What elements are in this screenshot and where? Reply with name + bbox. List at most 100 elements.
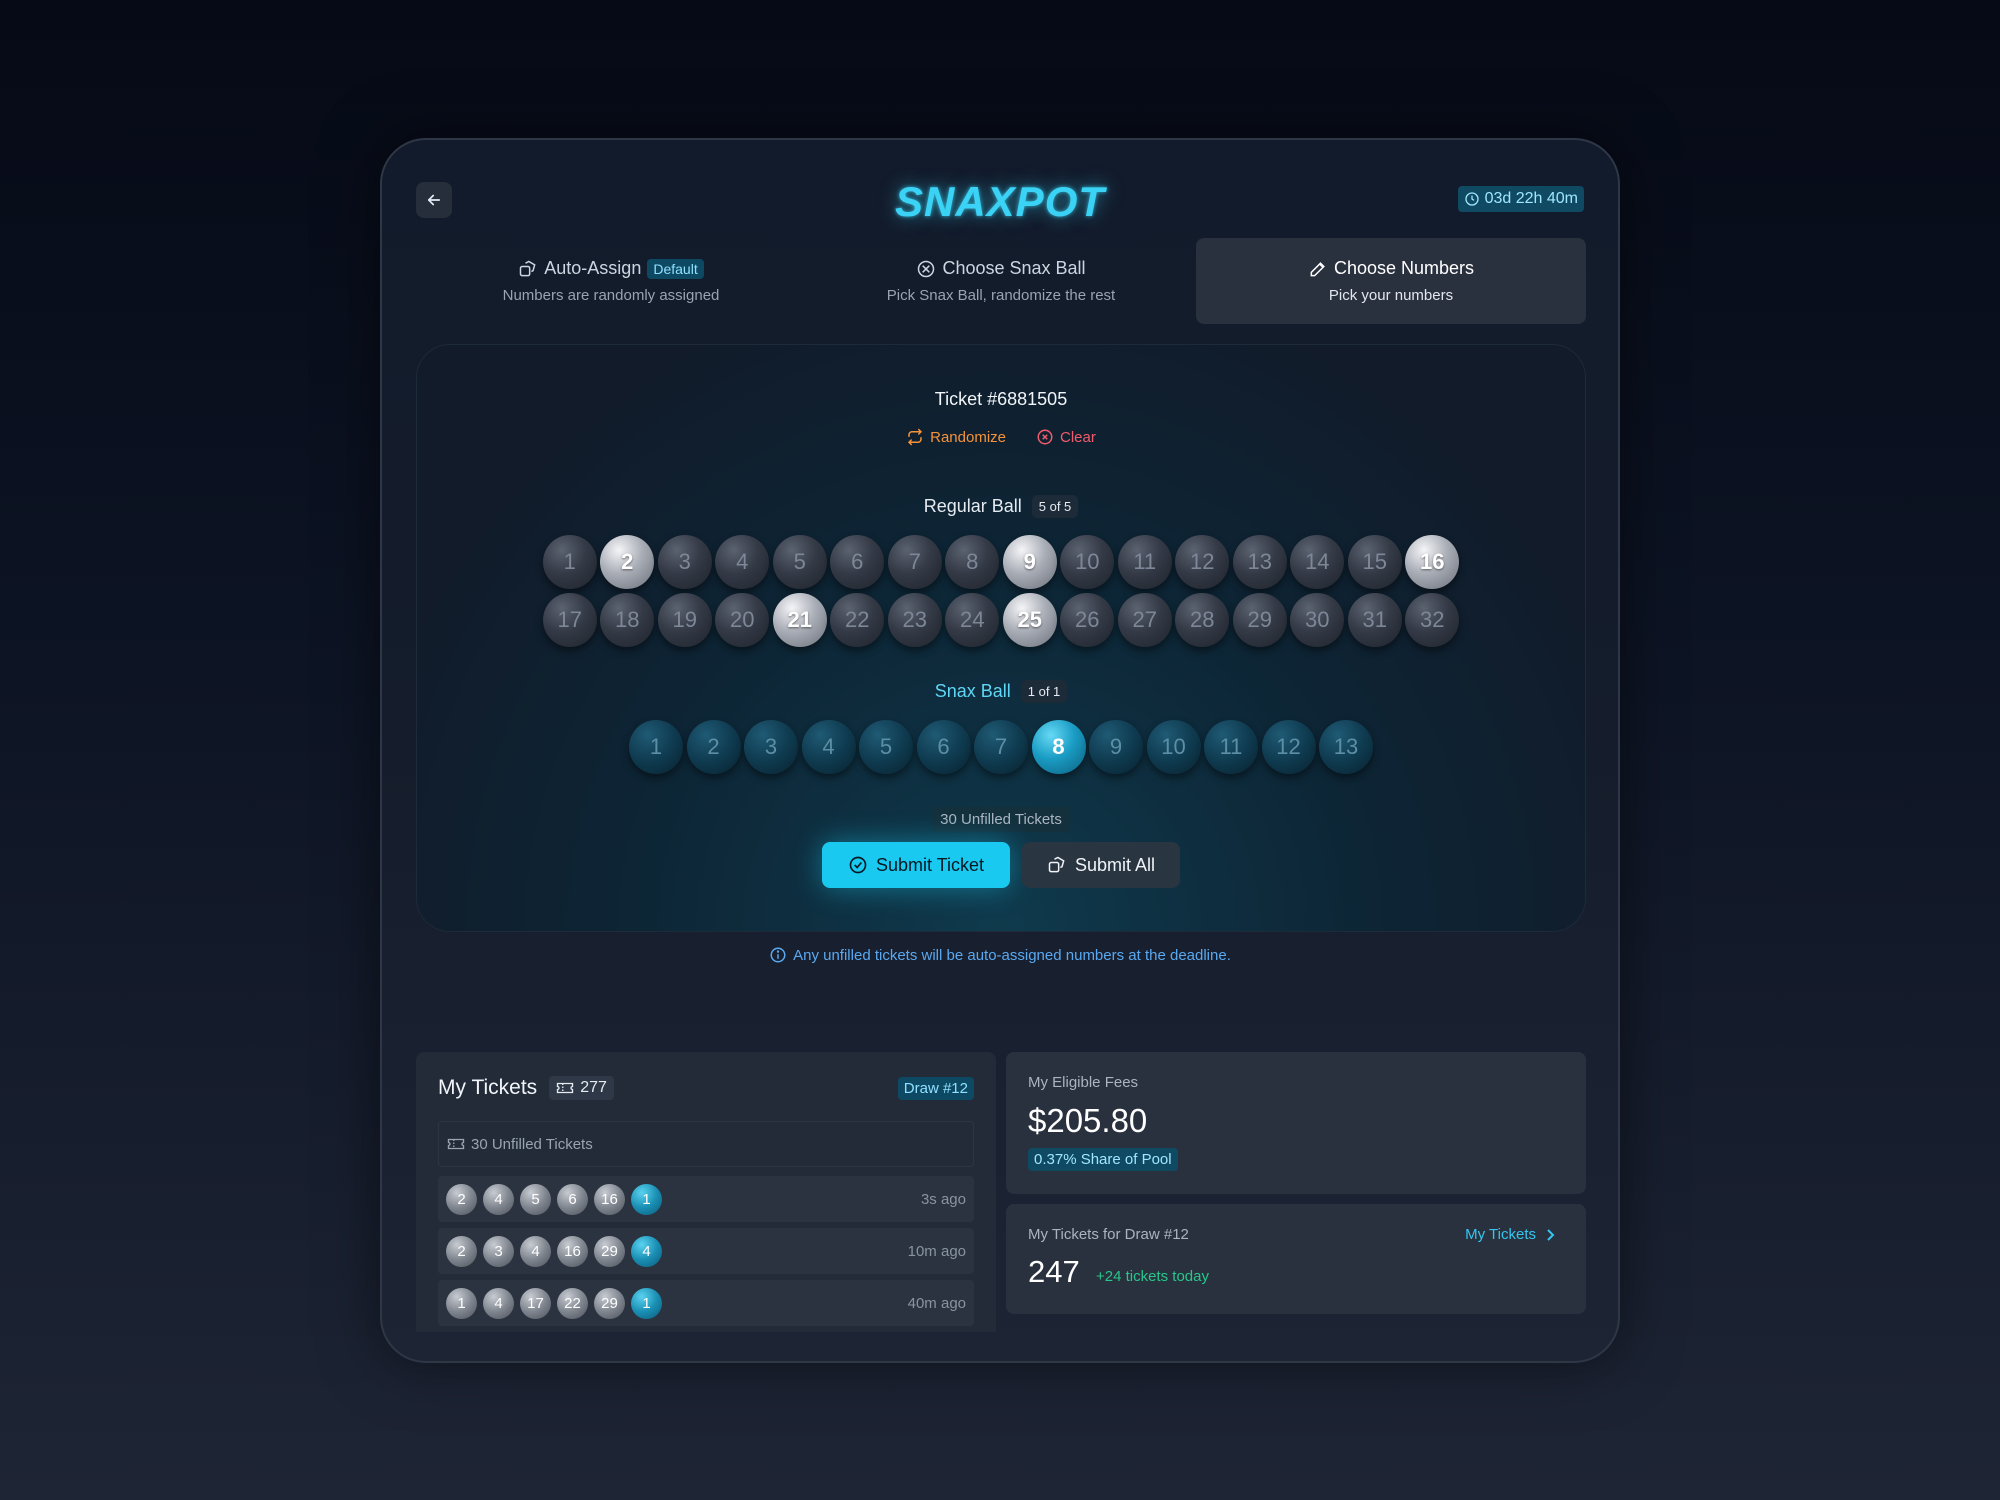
unfilled-tickets-label: 30 Unfilled Tickets [471,1135,593,1153]
submit-ticket-label: Submit Ticket [875,854,985,875]
regular-ball[interactable]: 19 [657,593,712,647]
snax-ball-header: Snax Ball 1 of 1 [417,680,1585,703]
regular-ball[interactable]: 16 [1405,535,1460,589]
snax-ball[interactable]: 6 [916,720,971,774]
randomize-button[interactable]: Randomize [906,428,1006,446]
regular-ball[interactable]: 26 [1060,593,1115,647]
submit-all-button[interactable]: Submit All [1022,842,1180,888]
regular-ball[interactable]: 15 [1347,535,1402,589]
ticket-number-ball: 4 [483,1183,514,1215]
regular-ball[interactable]: 3 [657,535,712,589]
ticket-row[interactable]: 2 4 5 6 16 1 3s ago [438,1176,974,1222]
ticket-number-ball: 2 [446,1183,477,1215]
my-tickets-link[interactable]: My Tickets [1465,1226,1556,1243]
clear-button[interactable]: Clear [1036,428,1096,446]
ticket-number-ball: 5 [520,1183,551,1215]
ticket-card: Ticket #6881505 Randomize Clear Regular … [416,344,1586,932]
regular-ball[interactable]: 22 [830,593,885,647]
regular-ball[interactable]: 11 [1117,535,1172,589]
unfilled-tickets-pill: 30 Unfilled Tickets [932,807,1070,832]
regular-ball[interactable]: 14 [1290,535,1345,589]
regular-ball[interactable]: 25 [1002,593,1057,647]
ticket-row[interactable]: 2 3 4 16 29 4 10m ago [438,1228,974,1274]
app-frame: SNAXPOT 03d 22h 40m Auto-Assign Default … [380,138,1620,1363]
regular-ball[interactable]: 13 [1232,535,1287,589]
regular-ball[interactable]: 8 [945,535,1000,589]
fees-value: $205.80 [1028,1102,1148,1139]
snax-ball-icon [918,260,935,277]
randomize-label: Randomize [930,428,1006,446]
tab-choose-numbers[interactable]: Choose Numbers Pick your numbers [1196,238,1586,324]
dice-icon [1048,856,1065,873]
regular-ball[interactable]: 6 [830,535,885,589]
regular-ball[interactable]: 31 [1347,593,1402,647]
snax-ball[interactable]: 4 [801,720,856,774]
tab-choose-snax-ball[interactable]: Choose Snax Ball Pick Snax Ball, randomi… [806,238,1196,324]
ticket-number-ball: 4 [520,1235,551,1267]
draw-tickets-panel: My Tickets for Draw #12 My Tickets 247 +… [1006,1204,1586,1314]
regular-ball[interactable]: 10 [1060,535,1115,589]
regular-ball[interactable]: 21 [772,593,827,647]
ticket-number-ball: 3 [483,1235,514,1267]
ticket-number-ball: 16 [594,1183,625,1215]
regular-ball[interactable]: 4 [715,535,770,589]
ticket-number-ball: 22 [557,1287,588,1319]
tab-choose-numbers-subtitle: Pick your numbers [1328,287,1454,304]
regular-ball[interactable]: 9 [1002,535,1057,589]
snax-ball[interactable]: 12 [1261,720,1316,774]
snax-ball[interactable]: 9 [1089,720,1143,774]
ticket-icon [447,1138,465,1150]
tab-auto-assign-subtitle: Numbers are randomly assigned [502,287,720,304]
ticket-time: 3s ago [920,1190,966,1208]
regular-ball[interactable]: 5 [772,535,827,589]
regular-ball[interactable]: 28 [1175,593,1230,647]
snax-ball[interactable]: 3 [744,720,798,774]
ticket-title: Ticket #6881505 [934,389,1068,409]
regular-ball[interactable]: 27 [1117,593,1172,647]
regular-ball-row: 17 18 19 20 21 22 23 24 25 26 27 28 29 30 31 32 [417,593,1585,647]
regular-ball[interactable]: 20 [715,593,770,647]
snax-ball[interactable]: 8 [1031,720,1086,774]
logo: SNAXPOT [894,178,1106,225]
regular-ball[interactable]: 24 [945,593,1000,647]
ticket-icon [557,1082,574,1094]
regular-ball-label: Regular Ball [923,496,1022,516]
ticket-number-ball: 6 [557,1183,588,1215]
regular-ball[interactable]: 30 [1290,593,1345,647]
snax-ball[interactable]: 13 [1319,720,1373,774]
eligible-fees-panel: My Eligible Fees $205.80 0.37% Share of … [1006,1052,1586,1194]
snax-ball[interactable]: 7 [974,720,1028,774]
regular-ball[interactable]: 7 [887,535,942,589]
regular-ball[interactable]: 29 [1232,593,1287,647]
clock-icon [1464,192,1479,206]
snax-ball[interactable]: 11 [1204,720,1258,774]
ticket-number-ball: 2 [446,1235,477,1267]
unfilled-tickets-row[interactable]: 30 Unfilled Tickets [438,1121,974,1167]
tab-auto-assign-label: Auto-Assign [544,258,642,278]
snax-ball[interactable]: 2 [686,720,741,774]
snax-ball[interactable]: 10 [1146,720,1201,774]
regular-ball[interactable]: 18 [600,593,655,647]
regular-ball-row: 1 2 3 4 5 6 7 8 9 10 11 12 13 14 15 16 [417,535,1585,589]
tab-choose-snax-ball-subtitle: Pick Snax Ball, randomize the rest [886,287,1116,304]
submit-ticket-button[interactable]: Submit Ticket [822,842,1010,888]
regular-ball[interactable]: 1 [542,535,597,589]
regular-ball[interactable]: 2 [600,535,655,589]
regular-ball[interactable]: 12 [1175,535,1230,589]
submit-all-label: Submit All [1074,854,1156,875]
info-icon [770,947,786,963]
ticket-snax-ball: 4 [631,1235,662,1267]
snax-ball[interactable]: 5 [859,720,913,774]
ticket-count: 277 [580,1079,607,1096]
regular-ball[interactable]: 23 [887,593,942,647]
regular-ball[interactable]: 17 [542,593,597,647]
default-badge: Default [647,258,704,279]
regular-ball[interactable]: 32 [1405,593,1460,647]
info-text: Any unfilled tickets will be auto-assign… [793,946,1231,964]
ticket-actions: Randomize Clear [417,428,1585,446]
mode-tabs: Auto-Assign Default Numbers are randomly… [416,238,1586,324]
ticket-row[interactable]: 1 4 17 22 29 1 40m ago [438,1280,974,1326]
snax-ball[interactable]: 1 [629,720,683,774]
clear-icon [1037,429,1053,445]
tab-auto-assign[interactable]: Auto-Assign Default Numbers are randomly… [416,238,806,324]
